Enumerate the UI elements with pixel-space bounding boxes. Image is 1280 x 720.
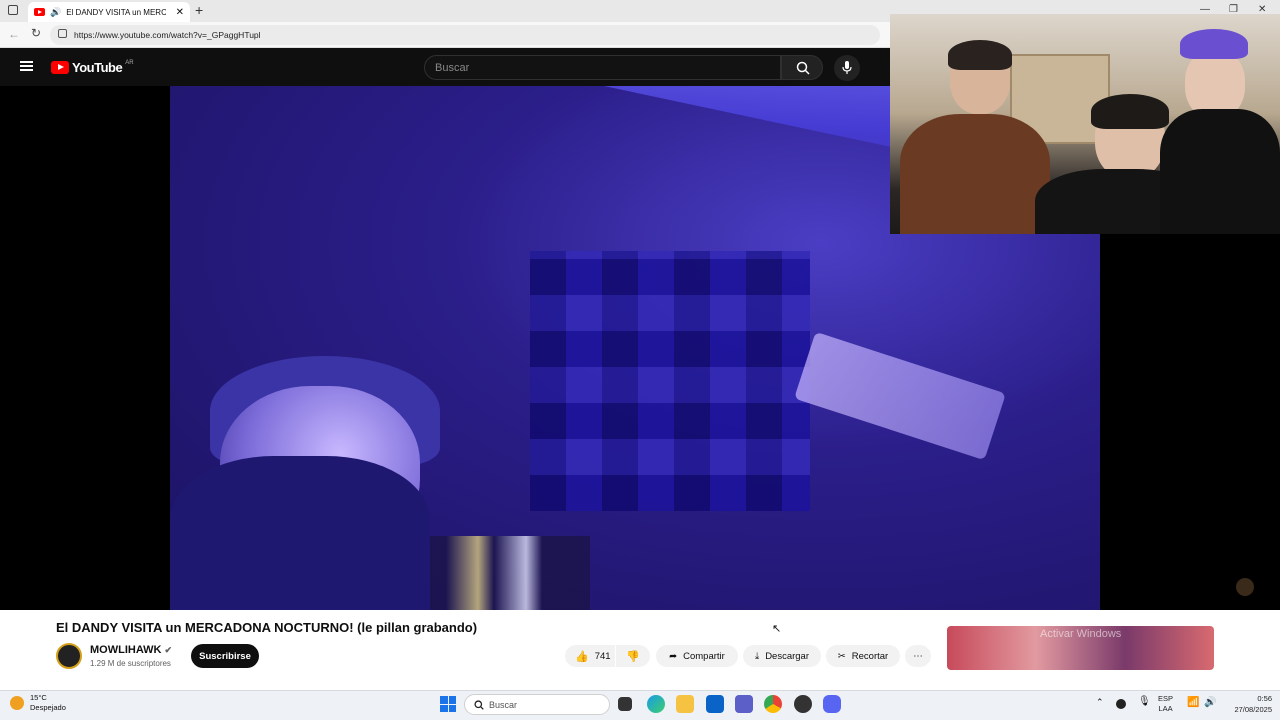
video-sparkle-strap (794, 331, 1006, 461)
cursor-icon: ↖ (772, 623, 782, 635)
language-indicator[interactable]: ESP LAA (1158, 694, 1173, 714)
edge-icon[interactable] (647, 695, 665, 713)
chrome-icon[interactable] (764, 695, 782, 713)
sidebar-ad-thumbnail[interactable]: Activar Windows (947, 626, 1214, 670)
moon-weather-icon (10, 696, 24, 710)
channel-name[interactable]: MOWLIHAWK ✔ (90, 644, 172, 656)
mic-icon (842, 61, 852, 74)
weather-temp: 15°C (30, 693, 47, 702)
download-icon: ⤓ (754, 650, 760, 662)
back-icon[interactable]: ← (8, 27, 20, 41)
lang-bottom: LAA (1158, 704, 1173, 713)
more-actions-button[interactable]: ⋯ (905, 645, 931, 667)
channel-name-text: MOWLIHAWK (90, 644, 162, 656)
clock-time: 0:56 (1257, 694, 1272, 703)
audio-playing-icon[interactable]: 🔊 (50, 7, 61, 18)
youtube-logo-text: YouTube (72, 60, 123, 75)
search-icon (796, 61, 810, 75)
clock[interactable]: 0:56 27/08/2025 (1226, 693, 1272, 715)
thumbs-up-icon: 👍 (575, 650, 589, 663)
dislike-button[interactable]: 👎 (616, 645, 650, 667)
channel-avatar[interactable] (56, 643, 82, 669)
windows-activation-watermark: Activar Windows (1040, 628, 1122, 640)
region-code: AR (125, 59, 134, 66)
file-explorer-icon[interactable] (676, 695, 694, 713)
censor-pixelation (530, 251, 810, 511)
close-tab-icon[interactable]: ✕ (176, 7, 184, 18)
lang-top: ESP (1158, 694, 1174, 703)
tray-mic-icon[interactable]: 🎙 (1138, 696, 1151, 707)
scissors-icon: ✂ (837, 650, 846, 662)
search-placeholder: Buscar (435, 61, 470, 74)
voice-search-button[interactable] (834, 55, 860, 81)
video-bottles (430, 536, 590, 610)
share-label: Compartir (683, 650, 725, 662)
webcam-person-left (900, 34, 1050, 234)
outlook-icon[interactable] (706, 695, 724, 713)
subscribe-button[interactable]: Suscribirse (191, 644, 259, 668)
share-button[interactable]: ➦ Compartir (656, 645, 738, 667)
weather-desc: Despejado (30, 703, 66, 712)
windows-taskbar (0, 690, 1280, 720)
start-icon[interactable] (440, 696, 456, 712)
taskbar-search[interactable]: Buscar (464, 694, 610, 715)
tray-app-icon[interactable] (1116, 699, 1126, 709)
video-title: El DANDY VISITA un MERCADONA NOCTURNO! (… (56, 620, 478, 635)
like-button[interactable]: 👍 741 (565, 645, 615, 667)
browser-tab-youtube[interactable]: 🔊 El DANDY VISITA un MERCA ✕ (28, 2, 190, 22)
clock-date: 27/08/2025 (1234, 705, 1272, 714)
like-count: 741 (594, 650, 611, 662)
search-button[interactable] (781, 55, 823, 80)
more-icon: ⋯ (913, 650, 923, 662)
site-info-icon[interactable] (58, 29, 67, 38)
youtube-favicon-icon (34, 8, 45, 16)
weather-widget[interactable]: 15°C Despejado (10, 693, 66, 713)
menu-icon[interactable] (20, 61, 33, 71)
volume-icon[interactable]: 🔊 (1204, 697, 1216, 708)
subscriber-count: 1.29 M de suscriptores (90, 659, 171, 668)
download-label: Descargar (765, 650, 810, 662)
tab-title: El DANDY VISITA un MERCA (66, 7, 167, 17)
webcam-person-right (1160, 24, 1280, 234)
corner-logo-icon (1236, 578, 1254, 596)
app-icon[interactable] (794, 695, 812, 713)
task-view-icon[interactable] (618, 697, 632, 711)
taskbar-search-label: Buscar (489, 699, 518, 710)
webcam-overlay (890, 14, 1280, 234)
new-tab-button[interactable]: + (195, 2, 203, 18)
discord-icon[interactable] (823, 695, 841, 713)
refresh-icon[interactable]: ↻ (31, 26, 41, 40)
taskbar-search-icon (474, 700, 484, 710)
tab-actions-icon[interactable] (8, 5, 18, 15)
clip-button[interactable]: ✂ Recortar (826, 645, 900, 667)
download-button[interactable]: ⤓ Descargar (743, 645, 821, 667)
search-input[interactable]: Buscar (424, 55, 781, 80)
youtube-logo-icon (51, 61, 69, 74)
url-text: https://www.youtube.com/watch?v=_GPaggHT… (74, 30, 261, 40)
share-icon: ➦ (669, 650, 678, 662)
youtube-logo[interactable]: YouTube AR (51, 60, 134, 75)
tray-chevron-icon[interactable]: ⌃ (1096, 697, 1104, 708)
url-field[interactable]: https://www.youtube.com/watch?v=_GPaggHT… (50, 25, 880, 45)
teams-icon[interactable] (735, 695, 753, 713)
wifi-icon[interactable]: 📶 (1187, 697, 1199, 708)
clip-label: Recortar (851, 650, 889, 662)
verified-icon: ✔ (164, 645, 173, 655)
thumbs-down-icon: 👎 (626, 650, 640, 663)
video-person-body (170, 456, 430, 610)
address-bar-row: ← ↻ https://www.youtube.com/watch?v=_GPa… (0, 22, 890, 48)
